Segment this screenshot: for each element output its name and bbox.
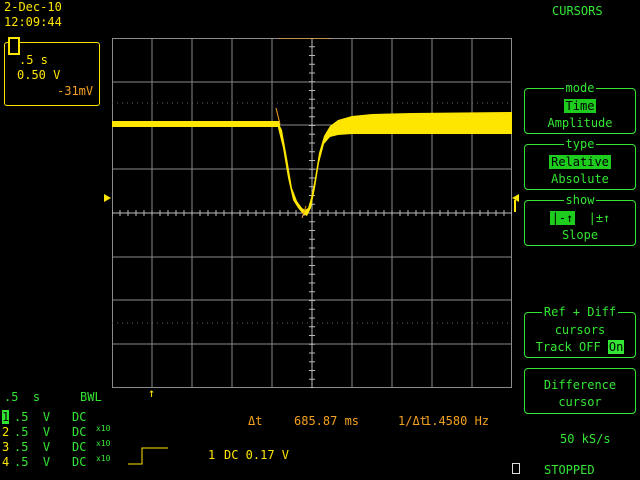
ref-diff-line1: cursors bbox=[554, 323, 606, 337]
show-option-level-icon[interactable]: |-↑ bbox=[549, 211, 576, 225]
channel-coupling: DC bbox=[72, 440, 87, 454]
show-label-slope: Slope bbox=[561, 228, 599, 242]
trigger-level-arrow-icon bbox=[514, 200, 516, 212]
trace-baseline bbox=[112, 121, 280, 127]
date-readout: 2-Dec-10 bbox=[4, 0, 62, 14]
trigger-channel-num: 1 bbox=[208, 448, 216, 462]
track-off-label[interactable]: Track OFF bbox=[536, 340, 601, 354]
ref-diff-panel[interactable]: Ref + Diff cursors Track OFF On bbox=[524, 305, 636, 358]
channel-volts: .5 V bbox=[14, 410, 51, 424]
trigger-time-arrow-icon: ↑ bbox=[148, 386, 156, 400]
trigger-edge-icon bbox=[128, 447, 168, 465]
type-option-absolute[interactable]: Absolute bbox=[525, 172, 635, 186]
trigger-info: DC 0.17 V bbox=[224, 448, 290, 462]
trace-dip bbox=[278, 112, 512, 216]
channel-volts: .5 V bbox=[14, 455, 51, 469]
channel-number: 3 bbox=[2, 440, 10, 454]
mode-option-amplitude[interactable]: Amplitude bbox=[525, 116, 635, 130]
delta-t-value: 685.87 ms bbox=[294, 414, 360, 428]
channel-coupling: DC bbox=[72, 410, 87, 424]
ref-diff-title: Ref + Diff bbox=[541, 305, 619, 319]
sample-rate: 50 kS/s bbox=[560, 432, 611, 446]
freq-label: 1/Δt bbox=[398, 414, 427, 428]
track-on-selected[interactable]: On bbox=[607, 340, 625, 354]
freq-value: 1.4580 Hz bbox=[424, 414, 490, 428]
box-volts: 0.50 V bbox=[17, 68, 61, 82]
channel-coupling: DC bbox=[72, 455, 87, 469]
channel-volts: .5 V bbox=[14, 440, 51, 454]
timebase-box[interactable]: .5 s 0.50 V -31mV bbox=[4, 37, 100, 106]
difference-line2: cursor bbox=[558, 395, 602, 409]
channel-coupling: DC bbox=[72, 425, 87, 439]
type-option-relative[interactable]: Relative bbox=[549, 155, 611, 169]
menu-title: CURSORS bbox=[552, 4, 603, 18]
channel-volts: .5 V bbox=[14, 425, 51, 439]
bwl-label: BWL bbox=[80, 390, 102, 404]
channel-probe: x10 bbox=[96, 454, 111, 463]
mode-option-time[interactable]: Time bbox=[563, 99, 597, 113]
time-readout: 12:09:44 bbox=[4, 15, 62, 29]
show-title: show bbox=[563, 193, 597, 207]
type-panel[interactable]: type Relative Absolute bbox=[524, 137, 636, 190]
bottom-timebase: .5 s bbox=[4, 390, 41, 404]
channel-number: 4 bbox=[2, 455, 10, 469]
box-offset: -31mV bbox=[57, 84, 94, 98]
difference-cursor-panel[interactable]: Difference cursor bbox=[524, 368, 636, 414]
show-option-slope-icon[interactable]: |±↑ bbox=[589, 211, 611, 225]
ground-level-marker-icon bbox=[104, 194, 111, 202]
channel-number: 1 bbox=[2, 410, 10, 424]
channel-number: 2 bbox=[2, 425, 10, 439]
channel-probe: x10 bbox=[96, 439, 111, 448]
waveform-display[interactable] bbox=[112, 38, 512, 388]
difference-line1: Difference bbox=[543, 378, 617, 392]
acquisition-icon bbox=[512, 463, 520, 474]
show-panel[interactable]: show |-↑ |±↑ Slope bbox=[524, 193, 636, 246]
mode-panel[interactable]: mode Time Amplitude bbox=[524, 81, 636, 134]
acquisition-state: STOPPED bbox=[544, 463, 595, 477]
box-timebase: .5 s bbox=[19, 53, 48, 67]
channel-probe: x10 bbox=[96, 424, 111, 433]
mode-title: mode bbox=[563, 81, 597, 95]
type-title: type bbox=[563, 137, 597, 151]
delta-t-label: Δt bbox=[248, 414, 263, 428]
